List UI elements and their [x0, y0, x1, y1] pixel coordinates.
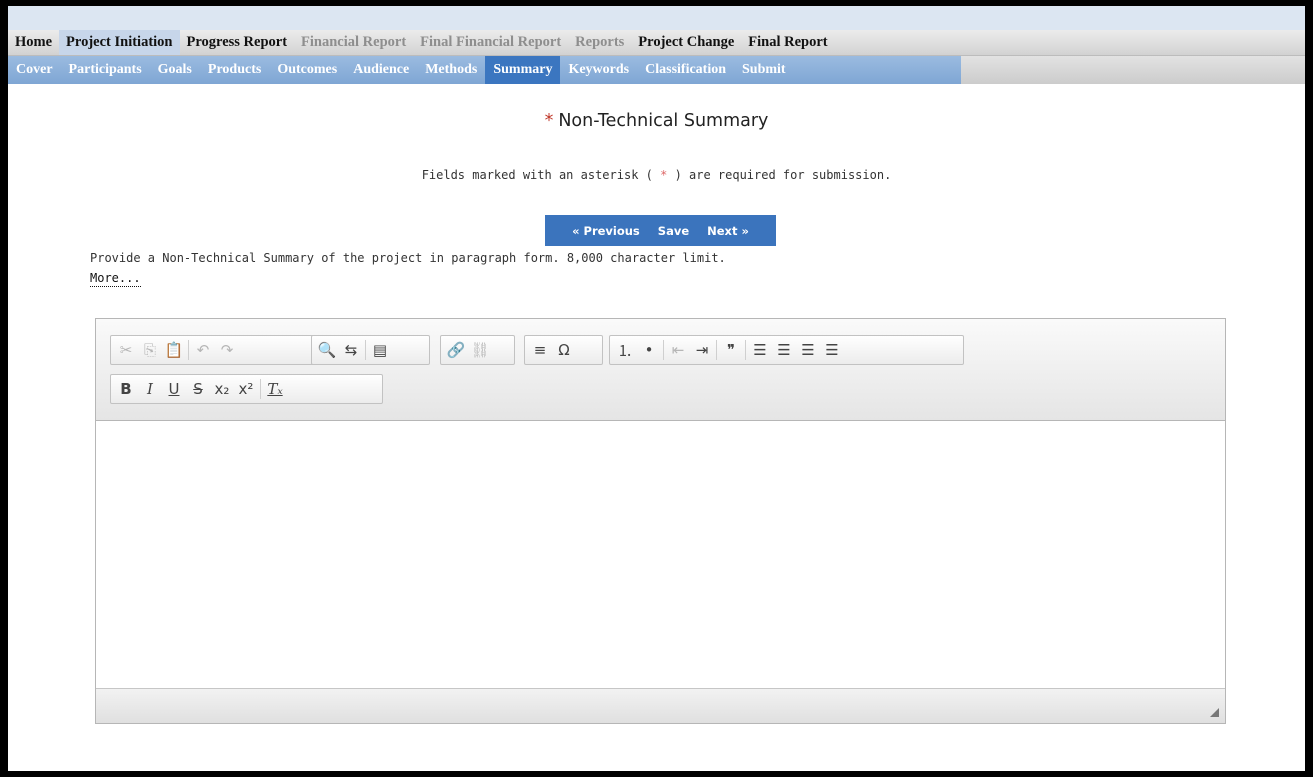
secondary-menu-bar: Cover Participants Goals Products Outcomes Au… — [8, 56, 1305, 84]
copy-icon: ⎘ — [143, 341, 156, 359]
underline-icon[interactable]: U — [162, 377, 186, 401]
toolbar-group: 🔍 ⇆ ▤ — [311, 335, 430, 365]
replace-icon[interactable]: ⇆ — [339, 338, 363, 362]
previous-button[interactable]: « Previous — [563, 224, 649, 238]
superscript-icon[interactable]: x² — [234, 377, 258, 401]
tab-cover[interactable]: Cover — [8, 56, 61, 84]
next-button[interactable]: Next » — [698, 224, 758, 238]
paste-icon[interactable]: 📋 — [162, 338, 186, 362]
indent-icon[interactable]: ⇥ — [690, 338, 714, 362]
field-description: Provide a Non-Technical Summary of the p… — [90, 251, 726, 265]
numbered-list-icon[interactable]: ⒈ — [613, 338, 637, 362]
toolbar-separator — [260, 379, 261, 399]
tab-keywords[interactable]: Keywords — [560, 56, 637, 84]
tab-classification[interactable]: Classification — [637, 56, 734, 84]
primary-menu: Home Project Initiation Progress Report Fin… — [8, 30, 1305, 56]
toolbar-group: ✂ ⎘ 📋 ↶ ↷ — [110, 335, 322, 365]
find-icon[interactable]: 🔍 — [315, 338, 339, 362]
required-note-marker: * — [652, 168, 675, 182]
align-left-icon[interactable]: ☰ — [748, 338, 772, 362]
unlink-icon: ⛓ — [470, 341, 490, 359]
tab-goals[interactable]: Goals — [150, 56, 200, 84]
menu-final-financial-report: Final Financial Report — [420, 34, 562, 50]
editor-toolbar: ✂ ⎘ 📋 ↶ ↷ 🔍 ⇆ ▤ 🔗 ⛓ ≡ Ω ⒈ • ⇤ ⇥ ❞ ☰ ☰ ☰ ☰ B I U Sx₂ x² Tₓ — [96, 319, 1225, 421]
toolbar-separator — [188, 340, 189, 360]
save-button[interactable]: Save — [649, 224, 698, 238]
tab-audience[interactable]: Audience — [345, 56, 417, 84]
blockquote-icon[interactable]: ❞ — [719, 338, 743, 362]
more-link[interactable]: More... — [90, 271, 141, 287]
strikethrough-icon[interactable]: S — [186, 377, 210, 401]
menu-progress-report[interactable]: Progress Report — [180, 30, 295, 55]
top-band — [8, 6, 1305, 30]
toolbar-separator — [745, 340, 746, 360]
toolbar-separator — [716, 340, 717, 360]
tab-methods[interactable]: Methods — [417, 56, 485, 84]
redo-icon: ↷ — [220, 341, 234, 359]
subscript-icon[interactable]: x₂ — [210, 377, 234, 401]
undo-icon: ↶ — [196, 341, 210, 359]
toolbar-separator — [365, 340, 366, 360]
toolbar-group: ≡ Ω — [524, 335, 603, 365]
main-content: * Non-Technical Summary Fields marked wit… — [8, 84, 1305, 770]
bulleted-list-icon[interactable]: • — [637, 338, 661, 362]
required-note-end: ) are required for submission. — [674, 168, 892, 182]
horizontal-rule-icon[interactable]: ≡ — [528, 338, 552, 362]
menu-reports: Reports — [575, 34, 625, 50]
editor-text-area[interactable] — [96, 421, 1225, 687]
page-title-text: Non-Technical Summary — [558, 111, 769, 131]
link-icon[interactable]: 🔗 — [444, 338, 468, 362]
toolbar-group: ⒈ • ⇤ ⇥ ❞ ☰ ☰ ☰ ☰ — [609, 335, 964, 365]
tab-summary[interactable]: Summary — [485, 56, 561, 84]
tab-participants[interactable]: Participants — [61, 56, 150, 84]
menu-project-initiation[interactable]: Project Initiation — [59, 30, 180, 55]
menu-final-report[interactable]: Final Report — [741, 30, 834, 55]
menu-project-change[interactable]: Project Change — [631, 30, 741, 55]
required-note: Fields marked with an asterisk ( * ) are… — [8, 168, 1305, 182]
remove-format-icon[interactable]: Tₓ — [263, 377, 287, 401]
menu-financial-report: Financial Report — [301, 34, 407, 50]
tab-outcomes[interactable]: Outcomes — [269, 56, 345, 84]
toolbar-group: 🔗 ⛓ — [440, 335, 515, 365]
toolbar-group: B I U Sx₂ x² Tₓ — [110, 374, 383, 404]
outdent-icon: ⇤ — [671, 341, 685, 359]
cut-icon: ✂ — [119, 341, 133, 359]
resize-handle-icon[interactable] — [1210, 708, 1219, 717]
align-center-icon[interactable]: ☰ — [772, 338, 796, 362]
tab-products[interactable]: Products — [200, 56, 269, 84]
page-title: * Non-Technical Summary — [8, 111, 1305, 131]
toolbar-separator — [663, 340, 664, 360]
required-note-start: Fields marked with an asterisk ( — [421, 168, 653, 182]
italic-icon[interactable]: I — [138, 377, 162, 401]
bold-icon[interactable]: B — [114, 377, 138, 401]
editor-status-bar — [96, 688, 1225, 723]
secondary-menu: Cover Participants Goals Products Outcomes Au… — [8, 56, 961, 84]
nav-button-bar: « Previous Save Next » — [545, 215, 776, 246]
required-asterisk: * — [544, 111, 554, 131]
rich-text-editor: ✂ ⎘ 📋 ↶ ↷ 🔍 ⇆ ▤ 🔗 ⛓ ≡ Ω ⒈ • ⇤ ⇥ ❞ ☰ ☰ ☰ ☰ B I U Sx₂ x² Tₓ — [95, 318, 1226, 724]
spellcheck-icon[interactable]: ▤ — [368, 338, 392, 362]
align-right-icon[interactable]: ☰ — [796, 338, 820, 362]
justify-icon[interactable]: ☰ — [820, 338, 844, 362]
tab-submit[interactable]: Submit — [734, 56, 794, 84]
menu-home[interactable]: Home — [8, 30, 59, 55]
app-window: Home Project Initiation Progress Report Fin… — [8, 6, 1305, 771]
special-char-icon[interactable]: Ω — [552, 338, 576, 362]
